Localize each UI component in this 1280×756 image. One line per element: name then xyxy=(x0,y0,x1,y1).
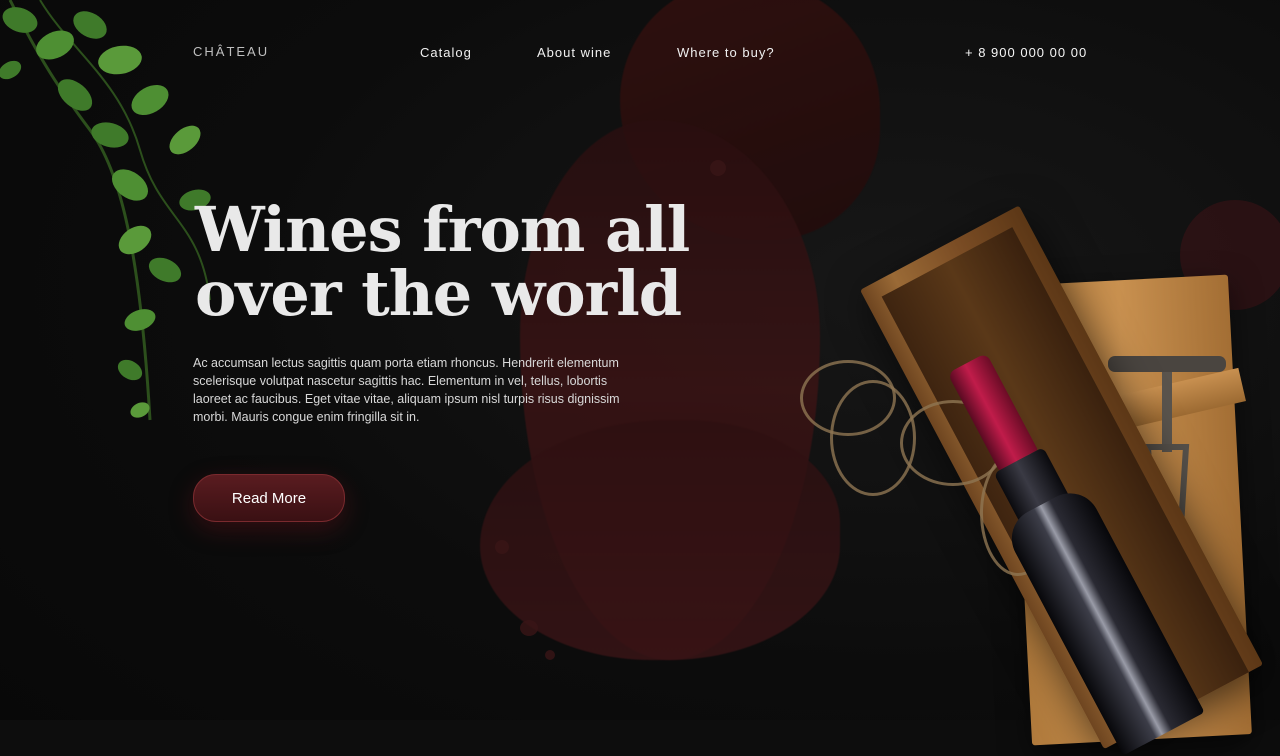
nav-item-about-wine[interactable]: About wine xyxy=(537,45,611,60)
brand-logo[interactable]: CHÂTEAU xyxy=(193,44,269,59)
hero-title-line2: over the world xyxy=(195,257,682,330)
hero-title: Wines from all over the world xyxy=(195,198,715,326)
nav-item-catalog[interactable]: Catalog xyxy=(420,45,472,60)
hero-description: Ac accumsan lectus sagittis quam porta e… xyxy=(193,356,620,424)
nav-item-where-to-buy[interactable]: Where to buy? xyxy=(677,45,775,60)
phone-number-link[interactable]: + 8 900 000 00 00 xyxy=(965,45,1087,60)
hero-title-line1: Wines from all xyxy=(195,193,690,266)
read-more-button[interactable]: Read More xyxy=(193,474,345,522)
